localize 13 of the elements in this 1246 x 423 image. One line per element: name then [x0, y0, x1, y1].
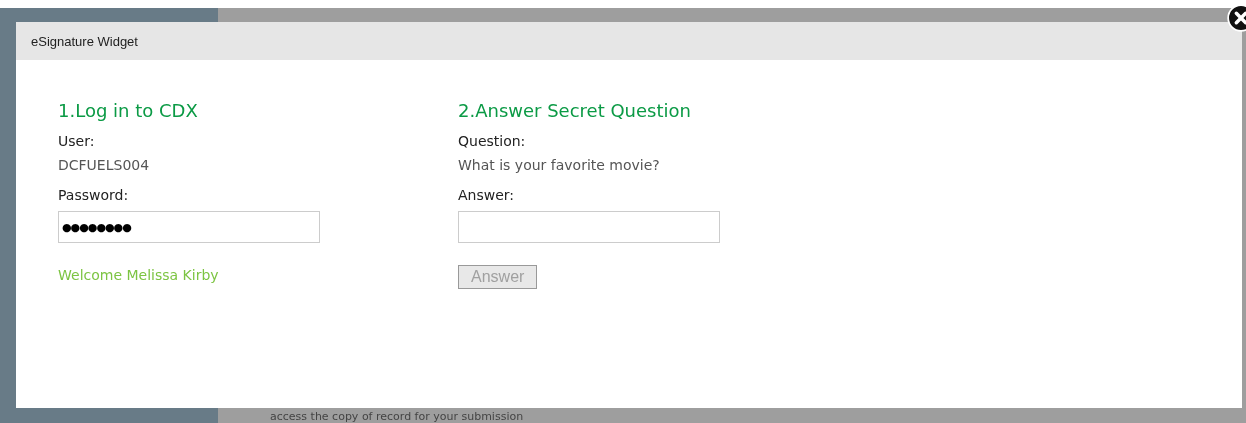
user-value: DCFUELS004 — [58, 157, 150, 173]
password-field[interactable]: ●●●●●●●● — [58, 211, 320, 243]
answer-field[interactable] — [458, 211, 720, 243]
section-heading: 2.Answer Secret Question — [458, 100, 691, 121]
field-label: Question: — [458, 133, 526, 149]
field-label: User: — [58, 133, 95, 149]
welcome-message: Welcome Melissa Kirby — [58, 267, 219, 283]
page-text: access the copy of record for your submission — [269, 410, 525, 423]
section-heading: 1.Log in to CDX — [58, 100, 198, 121]
field-label: Answer: — [458, 187, 515, 203]
question-text: What is your favorite movie? — [458, 157, 660, 173]
field-label: Password: — [58, 187, 129, 203]
dialog-title: eSignature Widget — [31, 33, 138, 49]
